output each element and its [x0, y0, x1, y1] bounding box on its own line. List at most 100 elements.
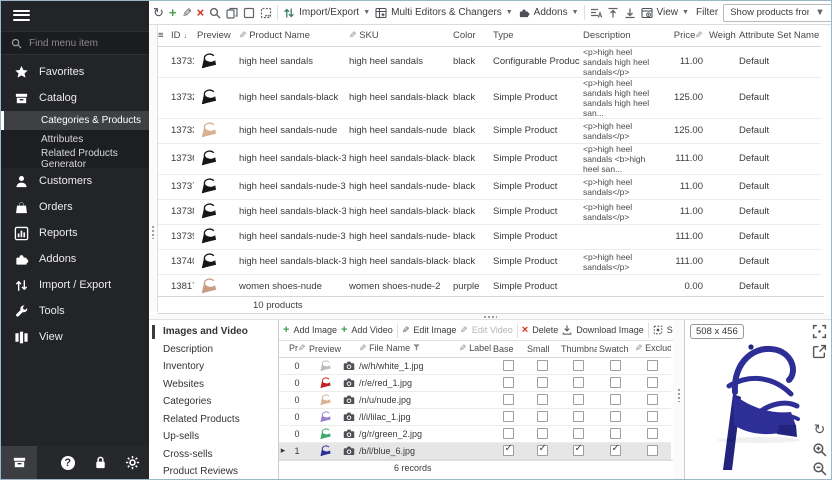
sidebar-item-10[interactable]: Tools: [1, 298, 149, 324]
cell-sku[interactable]: high heel sandals-black: [346, 77, 450, 118]
cell-base[interactable]: [491, 374, 525, 391]
cell-id[interactable]: 13817: [168, 274, 194, 296]
column-header-weight[interactable]: Weight: [706, 25, 736, 46]
cell-label[interactable]: [457, 357, 491, 374]
tab-6[interactable]: Up-sells: [149, 428, 278, 446]
product-row-7[interactable]: 13740 high heel sandals-black-38 high he…: [158, 249, 821, 274]
cell-description[interactable]: <p>high heel sandals high heel sandals</…: [580, 46, 666, 77]
cell-attribute-set[interactable]: Default: [736, 46, 821, 77]
cell-type[interactable]: Simple Product: [490, 274, 580, 296]
sidebar-item-0[interactable]: Favorites: [1, 59, 149, 85]
select-button[interactable]: [243, 4, 255, 21]
cell-label[interactable]: [457, 408, 491, 425]
cell-thumbnail[interactable]: [559, 425, 597, 442]
cell-label[interactable]: [457, 374, 491, 391]
small-checkbox[interactable]: [537, 360, 548, 371]
base-checkbox[interactable]: [503, 428, 514, 439]
cell-type[interactable]: Simple Product: [490, 77, 580, 118]
cell-type[interactable]: Simple Product: [490, 199, 580, 224]
cell-weight[interactable]: [706, 118, 736, 143]
base-checkbox[interactable]: [503, 445, 514, 456]
cell-product-name[interactable]: high heel sandals-black-36: [236, 143, 346, 174]
cell-file-name[interactable]: /g/r/green_2.jpg: [357, 425, 457, 442]
image-row-1[interactable]: 0 /r/e/red_1.jpg: [279, 374, 671, 391]
thumbnail-checkbox[interactable]: [573, 394, 584, 405]
cell-file-name[interactable]: /b/l/blue_6.jpg: [357, 442, 457, 459]
tab-5[interactable]: Related Products: [149, 411, 278, 429]
refresh-button[interactable]: ↻: [153, 4, 164, 21]
cell-thumbnail[interactable]: [559, 391, 597, 408]
addons-menu[interactable]: Addons▼: [518, 7, 579, 19]
view-menu[interactable]: View▼: [641, 7, 689, 19]
thumbnail-checkbox[interactable]: [573, 445, 584, 456]
cell-file-name[interactable]: /l/i/lilac_1.jpg: [357, 408, 457, 425]
cell-exclude[interactable]: [633, 374, 671, 391]
cell-product-name[interactable]: high heel sandals-nude-37: [236, 224, 346, 249]
cell-swatch[interactable]: [597, 374, 633, 391]
cell-id[interactable]: 13740: [168, 249, 194, 274]
cell-camera[interactable]: [341, 408, 357, 425]
cell-description[interactable]: [580, 224, 666, 249]
cell-price[interactable]: 11.00: [666, 174, 706, 199]
tab-8[interactable]: Product Reviews: [149, 463, 278, 480]
sidebar-item-3[interactable]: Attributes: [1, 130, 149, 149]
column-header-type[interactable]: Type: [490, 25, 580, 46]
collapse-rows-button[interactable]: [624, 4, 636, 21]
cell-position[interactable]: 1: [287, 442, 307, 459]
cell-thumbnail[interactable]: [559, 374, 597, 391]
expand-rows-button[interactable]: [607, 4, 619, 21]
cell-img-preview[interactable]: [307, 357, 341, 374]
cell-preview[interactable]: [194, 249, 236, 274]
column-header-exclude[interactable]: ✎ Exclude: [633, 341, 671, 357]
product-row-5[interactable]: 13738 high heel sandals-black-37 high he…: [158, 199, 821, 224]
cell-sku[interactable]: high heel sandals-black-38: [346, 249, 450, 274]
add-product-button[interactable]: +: [169, 4, 177, 21]
cell-color[interactable]: black: [450, 224, 490, 249]
column-header-attribute-set[interactable]: Attribute Set Name: [736, 25, 821, 46]
sidebar-item-2[interactable]: Categories & Products: [1, 111, 149, 130]
small-checkbox[interactable]: [537, 411, 548, 422]
small-checkbox[interactable]: [537, 428, 548, 439]
cell-camera[interactable]: [341, 374, 357, 391]
delete-image-button[interactable]: ×Delete: [522, 325, 558, 336]
base-checkbox[interactable]: [503, 411, 514, 422]
column-header-position[interactable]: Pr✎: [287, 341, 307, 357]
cell-attribute-set[interactable]: Default: [736, 77, 821, 118]
product-row-4[interactable]: 13737 high heel sandals-nude-36 high hee…: [158, 174, 821, 199]
cell-color[interactable]: black: [450, 143, 490, 174]
swatch-checkbox[interactable]: [610, 428, 621, 439]
swatch-checkbox[interactable]: [610, 394, 621, 405]
cell-attribute-set[interactable]: Default: [736, 249, 821, 274]
edit-video-button[interactable]: ✎Edit Video: [460, 325, 512, 336]
cell-exclude[interactable]: [633, 425, 671, 442]
cell-attribute-set[interactable]: Default: [736, 174, 821, 199]
cell-price[interactable]: 0.00: [666, 274, 706, 296]
cell-camera[interactable]: [341, 357, 357, 374]
exclude-checkbox[interactable]: [647, 445, 658, 456]
fit-screen-button[interactable]: [812, 324, 827, 339]
cell-sku[interactable]: high heel sandals-nude-36: [346, 174, 450, 199]
cell-price[interactable]: 125.00: [666, 77, 706, 118]
open-external-button[interactable]: [812, 344, 827, 359]
cell-position[interactable]: 0: [287, 408, 307, 425]
column-header-price[interactable]: Price✎: [666, 25, 706, 46]
cell-type[interactable]: Simple Product: [490, 224, 580, 249]
cell-img-preview[interactable]: [307, 425, 341, 442]
cell-preview[interactable]: [194, 199, 236, 224]
thumbnail-checkbox[interactable]: [573, 377, 584, 388]
cell-attribute-set[interactable]: Default: [736, 199, 821, 224]
cell-description[interactable]: <p>high heel sandals <b>high heel san...: [580, 143, 666, 174]
column-header-id[interactable]: ID ↓: [168, 25, 194, 46]
cell-description[interactable]: [580, 274, 666, 296]
tab-1[interactable]: Description: [149, 341, 278, 359]
cell-color[interactable]: purple: [450, 274, 490, 296]
cell-weight[interactable]: [706, 274, 736, 296]
image-row-2[interactable]: 0 /n/u/nude.jpg: [279, 391, 671, 408]
cell-preview[interactable]: [194, 46, 236, 77]
cell-color[interactable]: black: [450, 249, 490, 274]
preview-search-button[interactable]: [209, 4, 221, 21]
cell-sku[interactable]: high heel sandals-nude: [346, 118, 450, 143]
swatch-checkbox[interactable]: [610, 360, 621, 371]
cell-attribute-set[interactable]: Default: [736, 118, 821, 143]
exclude-checkbox[interactable]: [647, 394, 658, 405]
